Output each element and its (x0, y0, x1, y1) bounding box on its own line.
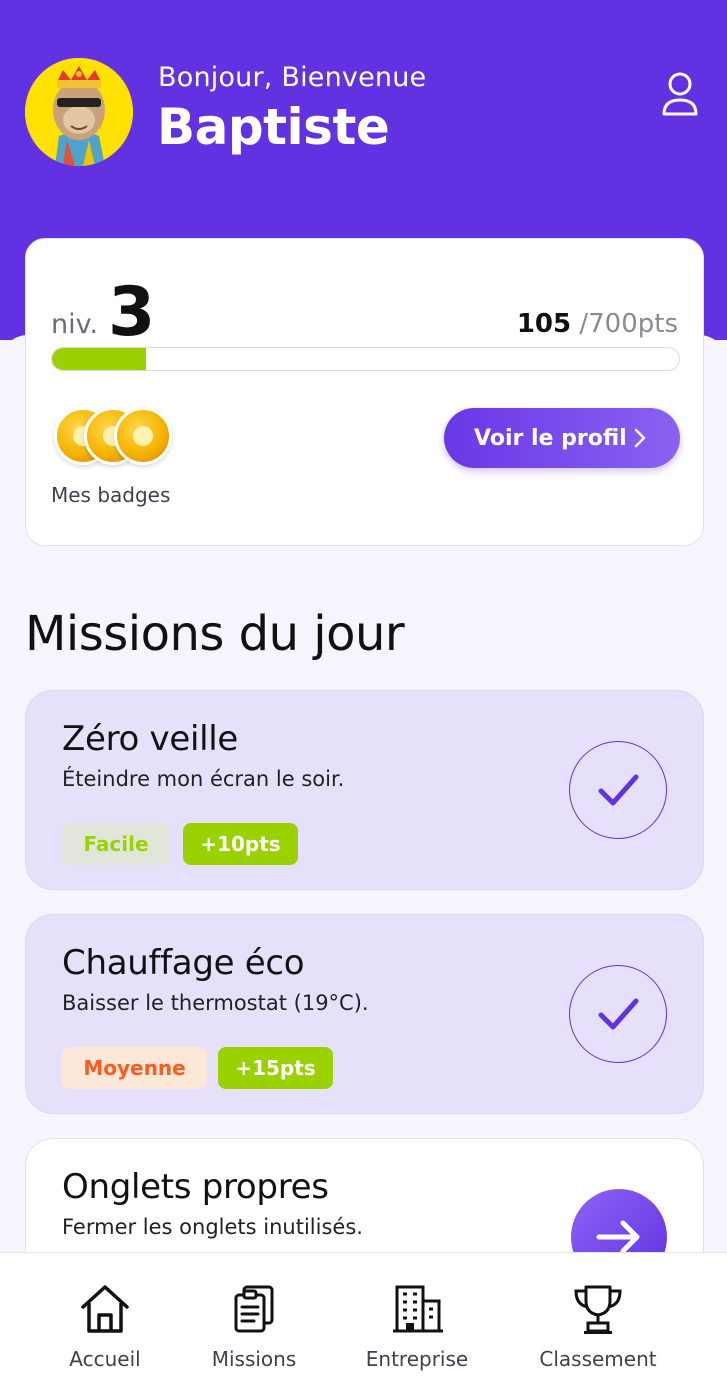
mission-description: Fermer les onglets inutilisés. (62, 1215, 363, 1239)
mission-title: Zéro veille (62, 719, 239, 759)
bottom-navbar: Accueil Missions Entreprise Classement (0, 1252, 727, 1391)
difficulty-tag: Facile (62, 823, 170, 865)
level-value: 3 (108, 273, 156, 352)
username: Baptiste (157, 98, 390, 156)
nav-item-entreprise[interactable]: Entreprise (357, 1253, 477, 1391)
mission-complete-button[interactable] (569, 741, 667, 839)
points-display: 105 /700pts (517, 309, 678, 339)
points-current: 105 (516, 309, 572, 339)
badges-stack[interactable] (54, 407, 184, 471)
user-icon[interactable] (658, 70, 702, 118)
mission-complete-button[interactable] (569, 965, 667, 1063)
points-total: /700pts (579, 309, 678, 339)
nav-label: Classement (539, 1347, 657, 1371)
mission-card[interactable]: Chauffage éco Baisser le thermostat (19°… (25, 914, 704, 1114)
nav-item-accueil[interactable]: Accueil (50, 1253, 160, 1391)
points-tag: +10pts (183, 823, 298, 865)
badges-label: Mes badges (51, 483, 171, 507)
trophy-icon (574, 1285, 622, 1334)
level-prefix: niv. (51, 309, 99, 340)
mission-description: Baisser le thermostat (19°C). (62, 991, 369, 1015)
nav-label: Accueil (69, 1347, 141, 1371)
nav-item-missions[interactable]: Missions (199, 1253, 309, 1391)
points-tag: +15pts (218, 1047, 333, 1089)
view-profile-label: Voir le profil (474, 425, 627, 451)
level-progress-fill (52, 348, 147, 370)
difficulty-tag: Moyenne (62, 1047, 207, 1089)
level-card: niv. 3 105 /700pts Mes badges Voir le pr… (25, 238, 704, 546)
chevron-right-icon (634, 428, 646, 448)
nav-item-classement[interactable]: Classement (528, 1253, 668, 1391)
nav-label: Entreprise (365, 1347, 469, 1371)
level-progress-bar (51, 347, 680, 371)
mission-title: Onglets propres (62, 1167, 329, 1207)
mission-description: Éteindre mon écran le soir. (62, 767, 345, 791)
view-profile-button[interactable]: Voir le profil (444, 408, 680, 468)
check-icon (598, 774, 638, 805)
nav-label: Missions (211, 1347, 297, 1371)
greeting-text: Bonjour, Bienvenue (158, 62, 427, 93)
clipboard-icon (234, 1285, 274, 1333)
mission-title: Chauffage éco (62, 943, 305, 983)
mission-card[interactable]: Zéro veille Éteindre mon écran le soir. … (25, 690, 704, 890)
avatar[interactable] (25, 58, 133, 166)
home-icon (81, 1285, 129, 1333)
missions-section-title: Missions du jour (25, 606, 405, 662)
check-icon (598, 998, 638, 1029)
ape-avatar-icon (25, 58, 133, 166)
building-icon (393, 1285, 443, 1333)
badge-icon (114, 407, 172, 465)
